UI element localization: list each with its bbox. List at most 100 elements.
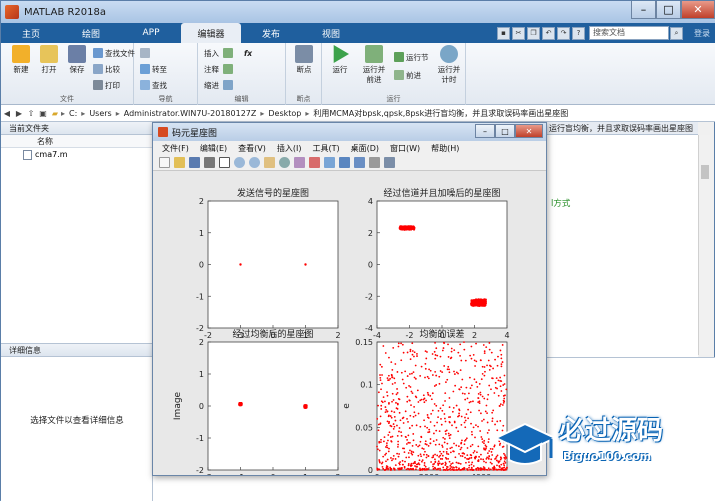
insert-icon — [223, 48, 233, 58]
tab-apps[interactable]: APP — [121, 23, 181, 43]
breadcrumb-desktop[interactable]: Desktop — [268, 109, 301, 118]
data-point — [490, 388, 492, 391]
data-point — [501, 361, 504, 363]
quick-copy-icon[interactable]: ❐ — [527, 26, 540, 40]
print-figure-icon[interactable] — [204, 157, 215, 168]
pointer-icon[interactable] — [219, 157, 230, 168]
indent-button[interactable]: 缩进 — [204, 79, 235, 91]
hide-tools-icon[interactable] — [369, 157, 380, 168]
menu-tools[interactable]: 工具(T) — [312, 143, 339, 154]
data-point — [455, 461, 458, 464]
tab-home[interactable]: 主页 — [1, 23, 61, 43]
new-button[interactable]: 新建 — [7, 45, 35, 75]
advance-button[interactable]: 前进 — [394, 69, 421, 81]
back-icon[interactable]: ◀ — [1, 109, 13, 118]
figure-minimize-button[interactable]: – — [475, 124, 495, 138]
tab-plots[interactable]: 绘图 — [61, 23, 121, 43]
rotate-icon[interactable] — [279, 157, 290, 168]
tab-view[interactable]: 视图 — [301, 23, 361, 43]
colorbar-icon[interactable] — [339, 157, 350, 168]
breakpoints-button[interactable]: 断点 — [290, 45, 318, 75]
quick-save-icon[interactable]: ▪ — [497, 26, 510, 40]
insert-button[interactable]: 插入 — [204, 47, 235, 59]
menu-edit[interactable]: 编辑(E) — [200, 143, 227, 154]
menu-window[interactable]: 窗口(W) — [390, 143, 420, 154]
data-point — [469, 411, 472, 414]
fx-button[interactable]: fx — [244, 47, 252, 59]
link-icon[interactable] — [324, 157, 335, 168]
zoom-out-icon[interactable] — [249, 157, 260, 168]
name-column-header[interactable]: 名称 — [1, 135, 152, 148]
compare-button[interactable]: 比较 — [93, 63, 120, 75]
brush-icon[interactable] — [309, 157, 320, 168]
minimize-button[interactable]: – — [631, 1, 656, 19]
run-section-button[interactable]: 运行节 — [394, 51, 429, 63]
run-and-time-button[interactable]: 运行并 计时 — [434, 45, 464, 85]
menu-insert[interactable]: 插入(I) — [277, 143, 302, 154]
data-point — [475, 424, 477, 427]
breadcrumb-folder[interactable]: 利用MCMA对bpsk,qpsk,8psk进行盲均衡，并且求取误码率画出星座图 — [313, 108, 568, 119]
scrollbar-thumb[interactable] — [701, 165, 709, 179]
breadcrumb-drive[interactable]: C: — [69, 109, 77, 118]
figure-close-button[interactable]: ✕ — [515, 124, 543, 138]
data-point — [445, 429, 448, 432]
run-button[interactable]: 运行 — [326, 45, 354, 75]
data-point — [454, 456, 457, 459]
editor-scrollbar[interactable] — [698, 135, 710, 355]
data-point — [500, 357, 503, 360]
data-point — [446, 469, 449, 471]
data-cursor-icon[interactable] — [294, 157, 305, 168]
data-point — [433, 462, 436, 465]
comment-button[interactable]: 注释 — [204, 63, 235, 75]
graduation-cap-icon — [493, 422, 558, 465]
maximize-button[interactable]: □ — [656, 1, 681, 19]
file-item[interactable]: cma7.m — [1, 148, 152, 162]
find-button[interactable]: 查找 — [140, 79, 167, 91]
up-folder-icon[interactable]: ⇧ — [25, 109, 37, 118]
login-link[interactable]: 登录 — [694, 28, 710, 39]
figure-maximize-button[interactable]: □ — [495, 124, 515, 138]
data-point — [433, 403, 436, 405]
data-point — [480, 412, 482, 415]
menu-file[interactable]: 文件(F) — [162, 143, 189, 154]
quick-help-icon[interactable]: ? — [572, 26, 585, 40]
data-point — [435, 404, 438, 407]
print-button[interactable]: 打印 — [93, 79, 120, 91]
search-icon[interactable]: ⌕ — [670, 26, 683, 40]
address-bar[interactable]: ◀ ▶ ⇧ ▣ ▰ ▸ C: ▸ Users ▸ Administrator.W… — [1, 105, 715, 122]
data-point — [461, 439, 463, 442]
tab-editor[interactable]: 编辑器 — [181, 23, 241, 43]
open-button[interactable]: 打开 — [35, 45, 63, 75]
y-tick-label: -2 — [365, 292, 373, 301]
forward-icon[interactable]: ▶ — [13, 109, 25, 118]
quick-cut-icon[interactable]: ✂ — [512, 26, 525, 40]
find-files-button[interactable]: 查找文件 — [93, 47, 135, 59]
browse-icon[interactable]: ▣ — [37, 109, 49, 118]
data-point — [441, 371, 444, 374]
close-button[interactable]: ✕ — [681, 1, 715, 19]
run-advance-button[interactable]: 运行并 前进 — [358, 45, 390, 85]
data-point — [408, 399, 411, 402]
menu-view[interactable]: 查看(V) — [238, 143, 266, 154]
search-documentation-input[interactable]: 搜索文档 — [589, 26, 669, 40]
zoom-in-icon[interactable] — [234, 157, 245, 168]
dock-icon[interactable] — [384, 157, 395, 168]
save-button[interactable]: 保存 — [63, 45, 91, 75]
quick-redo-icon[interactable]: ↷ — [557, 26, 570, 40]
nav-back-forward[interactable] — [140, 47, 152, 59]
new-figure-icon[interactable] — [159, 157, 170, 168]
tab-publish[interactable]: 发布 — [241, 23, 301, 43]
save-figure-icon[interactable] — [189, 157, 200, 168]
breadcrumb-admin[interactable]: Administrator.WIN7U-20180127Z — [124, 109, 257, 118]
find-icon — [140, 80, 150, 90]
data-point — [423, 453, 425, 456]
legend-icon[interactable] — [354, 157, 365, 168]
pan-icon[interactable] — [264, 157, 275, 168]
menu-help[interactable]: 帮助(H) — [431, 143, 459, 154]
breadcrumb-users[interactable]: Users — [89, 109, 111, 118]
goto-button[interactable]: 转至 — [140, 63, 167, 75]
open-icon[interactable] — [174, 157, 185, 168]
data-point — [496, 364, 499, 367]
menu-desktop[interactable]: 桌面(D) — [351, 143, 379, 154]
quick-undo-icon[interactable]: ↶ — [542, 26, 555, 40]
